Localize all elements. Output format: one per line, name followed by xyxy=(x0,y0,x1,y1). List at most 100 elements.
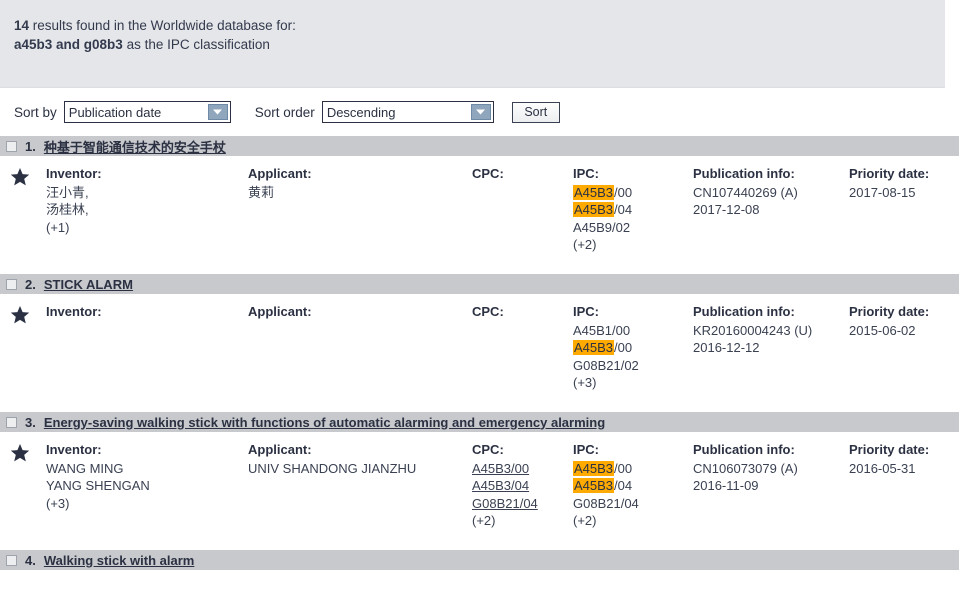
publication-value: 2017-12-08 xyxy=(693,202,760,217)
sort-button[interactable]: Sort xyxy=(511,101,560,123)
cpc-column: CPC: xyxy=(472,303,570,322)
result-checkbox[interactable] xyxy=(6,140,17,152)
ipc-code-rest: A45B9/02 xyxy=(573,219,631,235)
result-checkbox[interactable] xyxy=(6,554,17,566)
result-title-link[interactable]: Energy-saving walking stick with functio… xyxy=(44,415,605,430)
sort-by-select[interactable]: Publication date xyxy=(63,101,231,123)
star-icon[interactable] xyxy=(10,305,30,325)
result-item: 3. Energy-saving walking stick with func… xyxy=(0,412,959,550)
ipc-column: IPC: A45B3/00 A45B3/04 A45B9/02 (+2) xyxy=(573,165,691,254)
chevron-down-icon[interactable] xyxy=(207,104,228,120)
ipc-code: A45B3/04 xyxy=(573,477,691,495)
ipc-code: A45B1/00 xyxy=(573,322,691,340)
result-item: 2. STICK ALARM Inventor: Applicant: CPC: xyxy=(0,274,959,412)
ipc-code: A45B3/00 xyxy=(573,184,691,202)
inventor-header: Inventor: xyxy=(46,442,102,457)
priority-value: 2016-05-31 xyxy=(849,460,916,476)
cpc-code-link[interactable]: A45B3/04 xyxy=(472,477,529,495)
ipc-header: IPC: xyxy=(573,442,599,457)
cpc-header: CPC: xyxy=(472,304,504,319)
sort-by-label: Sort by xyxy=(14,104,57,120)
publication-value: CN107440269 (A) xyxy=(693,184,798,200)
result-index: 2. xyxy=(25,276,36,292)
publication-value: CN106073079 (A) xyxy=(693,460,798,476)
ipc-code-rest: /00 xyxy=(614,460,633,476)
result-title-link[interactable]: 种基于智能通信技术的安全手杖 xyxy=(44,137,226,156)
ipc-code-rest: /04 xyxy=(614,202,633,217)
result-details: Inventor: 汪小青, 汤桂林, (+1) Applicant: 黄莉 CPC… xyxy=(0,156,959,274)
cpc-code-link[interactable]: A45B3/00 xyxy=(472,460,529,478)
sort-order-label: Sort order xyxy=(254,104,315,120)
results-list: 1. 种基于智能通信技术的安全手杖 Inventor: 汪小青, 汤桂林, (+1)… xyxy=(0,136,959,570)
result-title-link[interactable]: Walking stick with alarm xyxy=(44,553,195,568)
sort-order-value: Descending xyxy=(326,104,396,120)
ipc-code-rest: G08B21/02 xyxy=(573,357,639,373)
result-checkbox[interactable] xyxy=(6,278,17,290)
result-index: 3. xyxy=(25,414,36,430)
inventor-value: (+1) xyxy=(46,219,70,235)
ipc-code: (+2) xyxy=(573,236,691,254)
ipc-highlight: A45B3 xyxy=(573,184,615,200)
inventor-header: Inventor: xyxy=(46,304,102,319)
ipc-code-rest: A45B1/00 xyxy=(573,322,631,338)
cpc-header: CPC: xyxy=(472,442,504,457)
priority-header: Priority date: xyxy=(849,304,930,319)
star-icon[interactable] xyxy=(10,443,30,463)
summary-text-2: as the IPC classification xyxy=(122,37,270,52)
ipc-header: IPC: xyxy=(573,304,599,319)
applicant-column: Applicant: 黄莉 xyxy=(248,165,470,201)
inventor-column: Inventor: 汪小青, 汤桂林, (+1) xyxy=(46,165,246,236)
ipc-code-rest: /00 xyxy=(614,340,633,355)
cpc-column: CPC: A45B3/00 A45B3/04 G08B21/04 (+2) xyxy=(472,441,570,530)
cpc-more-count: (+2) xyxy=(472,513,496,528)
result-title-bar: 1. 种基于智能通信技术的安全手杖 xyxy=(0,136,959,156)
priority-column: Priority date: 2015-06-02 xyxy=(849,303,959,339)
priority-value: 2015-06-02 xyxy=(849,322,916,338)
publication-column: Publication info: CN107440269 (A) 2017-12… xyxy=(693,165,846,219)
ipc-code-rest: /04 xyxy=(614,478,633,493)
priority-header: Priority date: xyxy=(849,166,930,181)
ipc-code: G08B21/02 xyxy=(573,357,691,375)
publication-column: Publication info: CN106073079 (A) 2016-11… xyxy=(693,441,846,495)
publication-header: Publication info: xyxy=(693,166,795,181)
result-title-bar: 2. STICK ALARM xyxy=(0,274,959,294)
ipc-code: A45B3/00 xyxy=(573,460,691,478)
inventor-column: Inventor: xyxy=(46,303,246,322)
applicant-header: Applicant: xyxy=(248,442,312,457)
result-item: 4. Walking stick with alarm xyxy=(0,550,959,570)
star-icon[interactable] xyxy=(10,167,30,187)
result-index: 1. xyxy=(25,138,36,154)
search-query: a45b3 and g08b3 xyxy=(14,37,123,52)
result-index: 4. xyxy=(25,552,36,568)
ipc-column: IPC: A45B1/00 A45B3/00 G08B21/02 (+3) xyxy=(573,303,691,392)
result-title-link[interactable]: STICK ALARM xyxy=(44,277,133,292)
sort-order-select[interactable]: Descending xyxy=(321,101,494,123)
applicant-value: 黄莉 xyxy=(248,184,275,200)
result-details: Inventor: Applicant: CPC: IPC: A45B1/00 A… xyxy=(0,294,959,412)
result-title-bar: 3. Energy-saving walking stick with func… xyxy=(0,412,959,432)
ipc-code: A45B3/04 xyxy=(573,201,691,219)
applicant-header: Applicant: xyxy=(248,304,312,319)
inventor-value: YANG SHENGAN xyxy=(46,478,150,493)
priority-column: Priority date: 2016-05-31 xyxy=(849,441,959,477)
chevron-down-icon[interactable] xyxy=(470,104,491,120)
publication-value: 2016-11-09 xyxy=(693,478,759,493)
sort-toolbar: Sort by Publication date Sort order Desc… xyxy=(0,88,959,136)
cpc-code-link[interactable]: G08B21/04 xyxy=(472,495,538,513)
summary-text-1: results found in the Worldwide database … xyxy=(29,18,296,33)
ipc-code: G08B21/04 xyxy=(573,495,691,513)
publication-column: Publication info: KR20160004243 (U) 2016-… xyxy=(693,303,846,357)
publication-value: 2016-12-12 xyxy=(693,340,760,355)
ipc-code: A45B9/02 xyxy=(573,219,691,237)
cpc-header: CPC: xyxy=(472,166,504,181)
result-title-bar: 4. Walking stick with alarm xyxy=(0,550,959,570)
result-checkbox[interactable] xyxy=(6,416,17,428)
ipc-header: IPC: xyxy=(573,166,599,181)
inventor-column: Inventor: WANG MING YANG SHENGAN (+3) xyxy=(46,441,246,512)
result-details: Inventor: WANG MING YANG SHENGAN (+3) Appl… xyxy=(0,432,959,550)
ipc-highlight: A45B3 xyxy=(573,340,615,355)
ipc-code-rest: G08B21/04 xyxy=(573,495,639,511)
results-summary-panel: 14 results found in the Worldwide databa… xyxy=(0,0,945,88)
inventor-value: (+3) xyxy=(46,495,70,511)
applicant-value: UNIV SHANDONG JIANZHU xyxy=(248,460,417,476)
